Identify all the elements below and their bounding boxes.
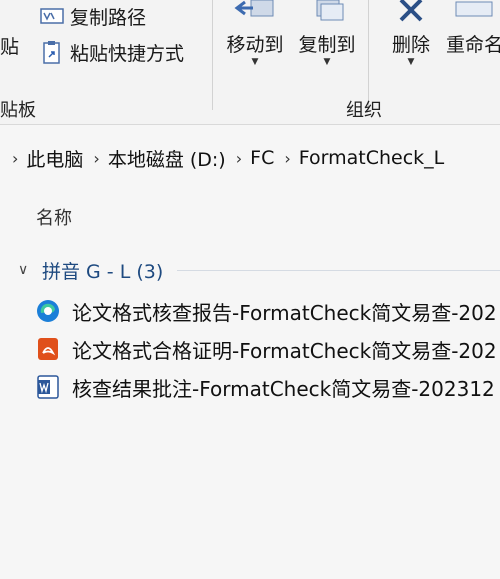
group-title: 拼音 G - L (3) [42, 260, 164, 283]
paste-shortcut-label: 粘贴快捷方式 [70, 42, 185, 65]
pdf-icon [36, 337, 60, 361]
edge-html-icon [36, 299, 60, 323]
copy-to-button[interactable]: 复制到 ▼ [292, 0, 362, 67]
chevron-down-icon: ▼ [251, 57, 259, 67]
list-item[interactable]: 论文格式合格证明-FormatCheck简文易查-202 [36, 334, 497, 364]
chevron-down-icon[interactable]: ∨ [18, 262, 38, 278]
copy-path-icon [40, 5, 64, 27]
chevron-down-icon: ▼ [323, 57, 331, 67]
copy-to-icon [292, 0, 362, 24]
move-to-icon [220, 0, 290, 24]
delete-button[interactable]: 删除 ▼ [376, 0, 446, 67]
file-name: 论文格式核查报告-FormatCheck简文易查-202 [72, 300, 497, 325]
chevron-right-icon[interactable]: › [93, 149, 99, 168]
breadcrumb-this-pc[interactable]: 此电脑 [26, 145, 83, 172]
chevron-down-icon: ▼ [407, 57, 415, 67]
rename-label: 重命名 [446, 34, 500, 56]
copy-path-label: 复制路径 [70, 6, 147, 29]
chevron-right-icon[interactable]: › [284, 149, 290, 168]
delete-x-icon [376, 0, 446, 24]
group-divider [212, 0, 213, 110]
delete-label: 删除 [391, 34, 430, 56]
breadcrumb-formatcheck[interactable]: FormatCheck_L [299, 147, 445, 169]
copy-to-label: 复制到 [298, 34, 356, 56]
list-item[interactable]: 论文格式核查报告-FormatCheck简文易查-202 [36, 296, 497, 326]
breadcrumb-local-disk[interactable]: 本地磁盘 (D:) [108, 145, 226, 172]
breadcrumb-fc[interactable]: FC [250, 147, 274, 169]
list-item[interactable]: 核查结果批注-FormatCheck简文易查-202312 [36, 372, 495, 402]
group-divider-line [177, 269, 500, 271]
word-doc-icon [36, 375, 60, 399]
chevron-right-icon[interactable]: › [236, 149, 242, 168]
group-divider [368, 0, 369, 110]
chevron-right-icon[interactable]: › [12, 149, 18, 168]
paste-shortcut-icon [40, 41, 64, 64]
paste-button-label[interactable]: 贴 [0, 32, 19, 59]
move-to-label: 移动到 [226, 34, 284, 56]
organize-group-label: 组织 [346, 100, 382, 121]
paste-shortcut-button[interactable]: 粘贴快捷方式 [40, 40, 185, 65]
column-header-name[interactable]: 名称 [36, 204, 72, 230]
file-name: 核查结果批注-FormatCheck简文易查-202312 [72, 376, 495, 401]
rename-icon [446, 0, 500, 24]
move-to-button[interactable]: 移动到 ▼ [220, 0, 290, 67]
breadcrumb: › 此电脑 › 本地磁盘 (D:) › FC › FormatCheck_L [0, 140, 500, 176]
group-header[interactable]: ∨ 拼音 G - L (3) [0, 256, 500, 284]
copy-path-button[interactable]: 复制路径 [40, 4, 147, 29]
clipboard-group-label: 贴板 [0, 100, 36, 121]
file-name: 论文格式合格证明-FormatCheck简文易查-202 [72, 338, 497, 363]
rename-button[interactable]: 重命名 [446, 0, 500, 57]
ribbon: 贴 复制路径 粘贴快捷方式 贴板 移动到 ▼ 复制到 ▼ 删除 ▼ 重命名 组织 [0, 0, 500, 125]
